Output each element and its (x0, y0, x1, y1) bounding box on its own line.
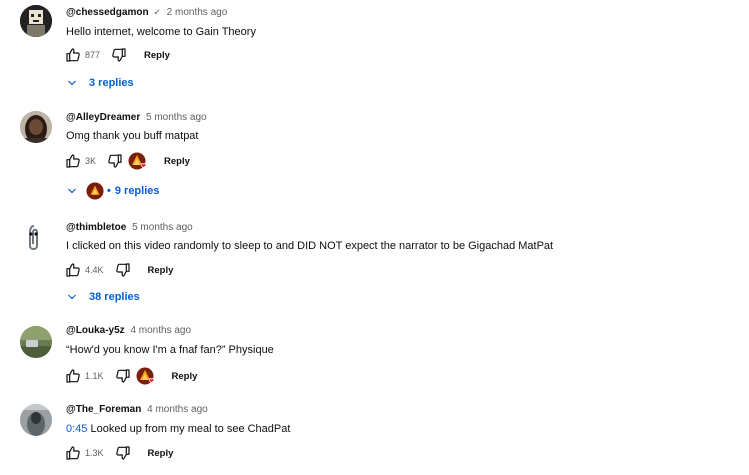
avatar[interactable] (20, 404, 52, 436)
thumbs-up-icon[interactable] (64, 261, 82, 279)
thumbs-up-icon[interactable] (64, 46, 82, 64)
avatar[interactable] (20, 5, 52, 37)
chevron-down-icon (66, 184, 82, 198)
chevron-down-icon (66, 76, 82, 90)
view-replies-button[interactable]: • 9 replies (66, 182, 160, 200)
comment-text: I clicked on this video randomly to slee… (66, 240, 554, 252)
comment-header: @thimbletoe 5 months ago (66, 222, 193, 233)
author-name[interactable]: @The_Foreman (66, 404, 141, 415)
reply-button[interactable]: Reply (144, 50, 170, 61)
view-replies-button[interactable]: 38 replies (66, 290, 140, 304)
timestamp-link[interactable]: 0:45 (66, 423, 87, 435)
comment-actions: 1.3K Reply (64, 444, 173, 462)
thumbs-up-icon[interactable] (64, 152, 82, 170)
replies-count: 38 replies (89, 291, 140, 303)
comment-text: Omg thank you buff matpat (66, 130, 199, 142)
thumbs-down-icon[interactable] (106, 152, 124, 170)
comment-text: “How'd you know I'm a fnaf fan?” Physiqu… (66, 344, 274, 356)
separator-dot: • (107, 185, 111, 197)
avatar[interactable] (20, 326, 52, 358)
comment-time[interactable]: 4 months ago (130, 325, 191, 336)
thumbs-down-icon[interactable] (114, 444, 132, 462)
comment-time[interactable]: 2 months ago (167, 7, 228, 18)
comment-actions: 3K Reply (64, 152, 190, 170)
comment-text: 0:45 Looked up from my meal to see ChadP… (66, 423, 290, 435)
thumbs-down-icon[interactable] (114, 261, 132, 279)
like-count: 877 (85, 50, 101, 60)
creator-avatar-icon (86, 182, 104, 200)
reply-button[interactable]: Reply (172, 371, 198, 382)
comment-actions: 877 Reply (64, 46, 170, 64)
creator-heart-icon (136, 367, 154, 385)
replies-count: 3 replies (89, 77, 134, 89)
thumbs-up-icon[interactable] (64, 444, 82, 462)
comment-text: Hello internet, welcome to Gain Theory (66, 26, 256, 38)
thumbs-up-icon[interactable] (64, 367, 82, 385)
thumbs-down-icon[interactable] (114, 367, 132, 385)
avatar[interactable] (20, 111, 52, 143)
comment-header: @Louka-y5z 4 months ago (66, 325, 191, 336)
creator-heart-icon (128, 152, 147, 170)
like-count: 1.1K (85, 371, 104, 381)
author-name[interactable]: @thimbletoe (66, 222, 126, 233)
comment-time[interactable]: 5 months ago (132, 222, 193, 233)
like-count: 4.4K (85, 265, 104, 275)
comment-time[interactable]: 5 months ago (146, 112, 207, 123)
like-count: 1.3K (85, 448, 104, 458)
comment-actions: 4.4K Reply (64, 261, 173, 279)
avatar[interactable] (20, 222, 52, 254)
comment-header: @AlleyDreamer 5 months ago (66, 112, 207, 123)
author-name[interactable]: @chessedgamon (66, 7, 149, 18)
comment-time[interactable]: 4 months ago (147, 404, 208, 415)
comment-header: @The_Foreman 4 months ago (66, 404, 208, 415)
reply-button[interactable]: Reply (148, 265, 174, 276)
comment-body: Looked up from my meal to see ChadPat (90, 423, 291, 435)
verified-icon: ✓ (153, 7, 161, 17)
comment-header: @chessedgamon ✓ 2 months ago (66, 7, 227, 18)
replies-count: 9 replies (114, 185, 160, 197)
author-name[interactable]: @Louka-y5z (66, 325, 125, 336)
comment-actions: 1.1K Reply (64, 367, 197, 385)
author-name[interactable]: @AlleyDreamer (66, 112, 140, 123)
reply-button[interactable]: Reply (164, 156, 190, 167)
thumbs-down-icon[interactable] (110, 46, 128, 64)
view-replies-button[interactable]: 3 replies (66, 76, 134, 90)
like-count: 3K (85, 156, 97, 166)
reply-button[interactable]: Reply (148, 448, 174, 459)
chevron-down-icon (66, 290, 82, 304)
